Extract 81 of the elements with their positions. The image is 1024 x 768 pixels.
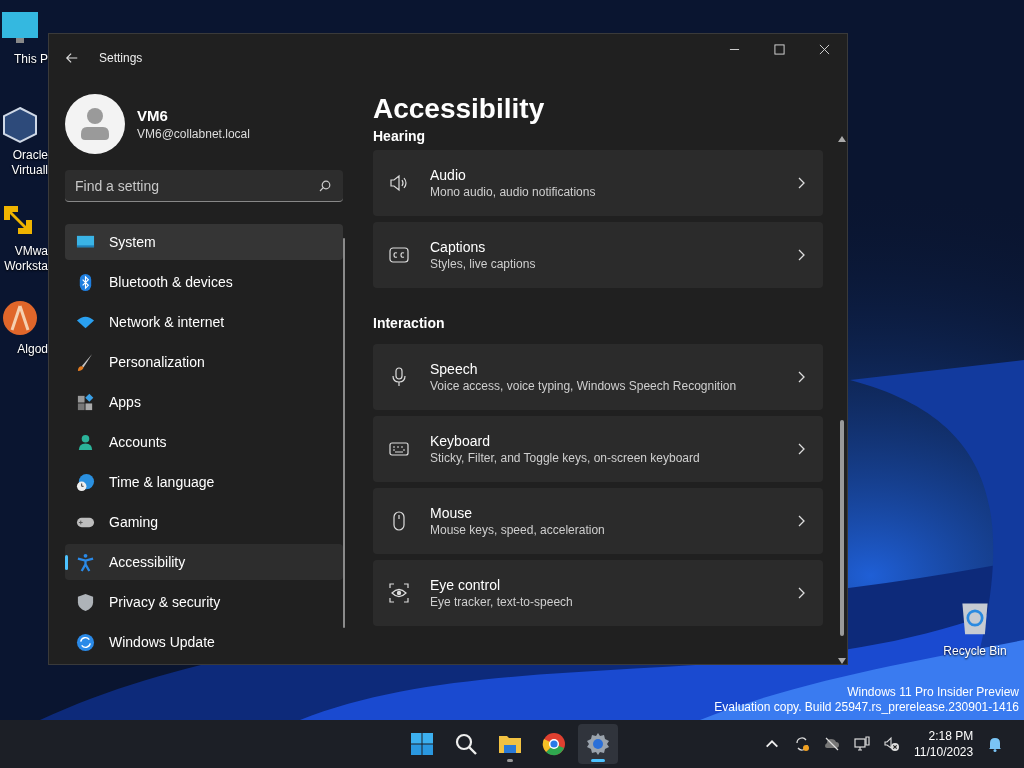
card-description: Styles, live captions [430,257,537,271]
chevron-icon [797,177,805,189]
gear-icon [586,732,610,756]
icon-label: Worksta [4,259,48,274]
card-title: Audio [430,167,467,183]
microphone-icon [389,367,409,387]
card-title: Captions [430,239,487,255]
nav-item[interactable]: Accessibility [65,544,343,580]
chevron-icon [797,587,805,599]
card-title: Speech [430,361,479,377]
avatar-icon [65,94,125,154]
scroll-up-icon[interactable] [838,136,846,142]
settings-card[interactable]: Captions Styles, live captions [373,222,823,288]
bell-icon[interactable] [987,736,1004,752]
build-watermark: Windows 11 Pro Insider Preview [847,685,1019,700]
eye-icon [389,583,409,603]
nav-item[interactable]: Apps [65,384,343,420]
icon-label: Algod [17,342,48,357]
nav-item[interactable]: Time & language [65,464,343,500]
card-description: Sticky, Filter, and Toggle keys, on-screen keyboard [430,451,701,465]
search-field[interactable]: Find a setting [65,170,343,202]
icon-label: VMwa [14,244,48,259]
accessibility-icon [76,552,95,572]
nav-item[interactable]: Privacy & security [65,584,343,620]
nav-item[interactable]: System [65,224,343,260]
browser-icon [542,732,566,756]
build-watermark: Evaluation copy. Build 25947.rs_prerelease.230901-1416 [714,700,1019,715]
four-squares-icon [410,732,434,756]
chevron-icon [797,443,805,455]
app-icon[interactable] [0,298,40,338]
section-heading: Hearing [373,128,427,145]
globe-clock-icon [76,472,95,492]
network-icon[interactable] [854,736,870,752]
speaker-muted-icon[interactable] [884,736,900,752]
cube-icon[interactable] [0,104,40,144]
captions-icon [389,245,409,265]
search-icon [319,180,331,192]
card-description: Eye tracker, text-to-speech [430,595,574,609]
icon-label: Virtuall [11,163,48,178]
nav-item[interactable]: Windows Update [65,624,343,660]
card-description: Voice access, voice typing, Windows Speech Recognition [430,379,738,393]
chevron-icon [797,515,805,527]
sync-icon[interactable] [794,736,810,752]
user-name: VM6 [137,107,169,124]
back-arrow-icon[interactable] [65,51,79,65]
icon-label: Oracle [12,148,48,163]
card-description: Mouse keys, speed, acceleration [430,523,606,537]
speaker-icon [389,173,409,193]
settings-card[interactable]: Speech Voice access, voice typing, Windows Speech Recognition [373,344,823,410]
search-icon [454,732,478,756]
gear-button[interactable] [578,724,618,764]
user-email: VM6@collabnet.local [137,127,250,141]
section-heading: Interaction [373,315,446,332]
nav-item[interactable]: Gaming [65,504,343,540]
card-title: Mouse [430,505,474,521]
settings-card[interactable]: Audio Mono audio, audio notifications [373,150,823,216]
chevron-icon [797,249,805,261]
cloud-off-icon[interactable] [824,736,840,752]
sync-icon [76,632,95,652]
keyboard-icon [389,439,409,459]
person-icon [76,432,95,452]
icon-label: Recycle Bin [943,644,1007,659]
nav-item[interactable]: Bluetooth & devices [65,264,343,300]
shield-icon [76,592,95,612]
scroll-down-icon[interactable] [838,658,846,664]
card-title: Keyboard [430,433,491,449]
settings-card[interactable]: Eye control Eye tracker, text-to-speech [373,560,823,626]
nav-item[interactable]: Personalization [65,344,343,380]
card-description: Mono audio, audio notifications [430,185,597,199]
chevron-icon [797,371,805,383]
page-title: Accessibility [373,94,546,124]
card-title: Eye control [430,577,502,593]
icon-label: This P [14,52,48,67]
apps-icon [76,392,95,412]
window-title: Settings [99,51,143,65]
settings-card[interactable]: Mouse Mouse keys, speed, acceleration [373,488,823,554]
settings-card[interactable]: Keyboard Sticky, Filter, and Toggle keys, on-screen keyboard [373,416,823,482]
nav-item[interactable]: Network & internet [65,304,343,340]
clock[interactable]: 2:18 PM 11/10/2023 [914,728,974,760]
selection-indicator [65,555,68,570]
nav-item[interactable]: Accounts [65,424,343,460]
